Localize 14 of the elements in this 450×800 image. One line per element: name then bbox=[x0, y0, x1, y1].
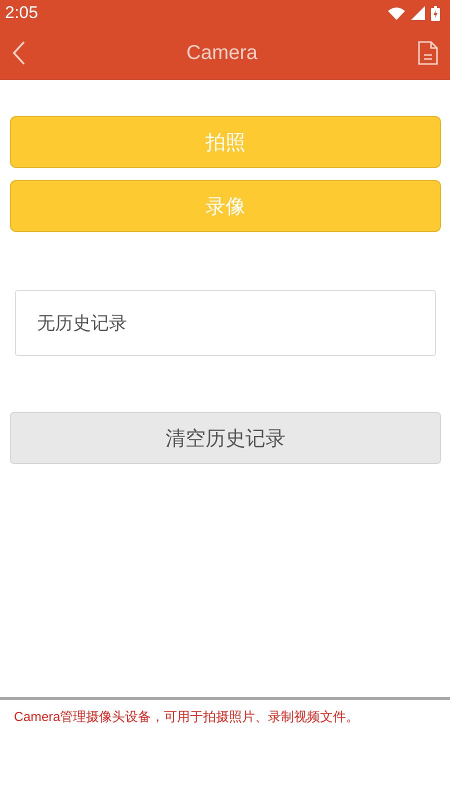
history-empty-text: 无历史记录 bbox=[37, 312, 127, 335]
signal-icon bbox=[411, 6, 425, 20]
toolbar-title: Camera bbox=[186, 42, 258, 64]
back-icon bbox=[12, 41, 26, 65]
back-button[interactable] bbox=[12, 41, 26, 65]
wifi-icon bbox=[388, 6, 405, 20]
document-button[interactable] bbox=[418, 41, 438, 65]
action-button[interactable]: 录像 bbox=[10, 180, 441, 232]
footer-description: Camera管理摄像头设备，可用于拍摄照片、录制视频文件。 bbox=[14, 709, 360, 724]
status-time: 2:05 bbox=[5, 3, 38, 23]
document-icon bbox=[418, 41, 438, 65]
battery-icon bbox=[431, 6, 440, 20]
clear-history-button[interactable]: 清空历史记录 bbox=[10, 412, 441, 464]
action-button[interactable]: 拍照 bbox=[10, 116, 441, 168]
